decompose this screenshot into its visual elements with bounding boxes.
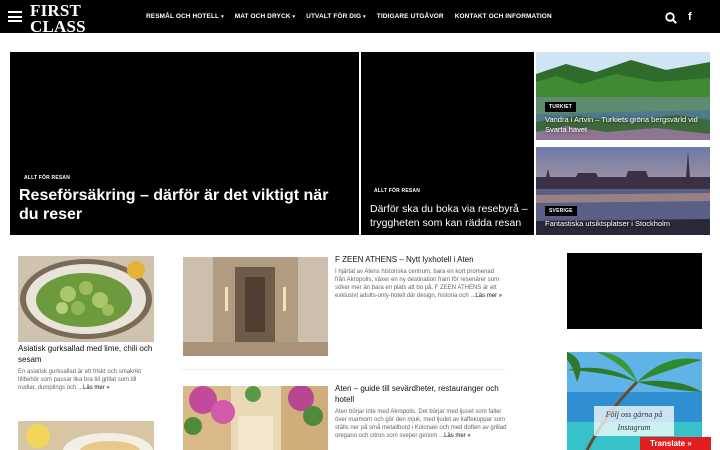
logo-line1: FIRST CLASS [30,1,86,36]
instagram-widget[interactable]: Följ oss gärna på Instagram [567,352,702,450]
category-badge[interactable]: ALLT FÖR RESAN [374,188,420,194]
category-badge[interactable]: TURKIET [545,102,577,112]
hero-main-title[interactable]: Reseförsäkring – därför är det viktigt n… [19,186,349,224]
article-title[interactable]: F ZEEN ATHENS – Nytt lyxhotell i Aten [335,255,507,266]
search-icon[interactable] [665,12,677,24]
category-badge[interactable]: SVERIGE [545,206,577,216]
main-nav: RESMÅL OCH HOTELL ▾ MAT OCH DRYCK ▾ UTVALT… [146,0,563,33]
hero-side-article-sverige[interactable]: SVERIGE Fantastiska utsiktsplatser i Sto… [536,147,710,235]
article-excerpt: I hjärtat av Atens historiska centrum, b… [335,268,505,300]
hero-side-article-turkiet[interactable]: TURKIET Vandra i Artvin – Turkiets gröna… [536,52,710,140]
nav-label: MAT OCH DRYCK [234,13,291,20]
article-excerpt: Aten börjar inte med Akropolis. Det börj… [335,408,507,440]
hero-side-title[interactable]: Fantastiska utsiktsplatser i Stockholm [545,219,705,229]
translate-button[interactable]: Translate » [640,437,711,450]
hero-second-title[interactable]: Därför ska du boka via resebyrå – tryggh… [370,202,530,230]
nav-item-mat-och-dryck[interactable]: MAT OCH DRYCK ▾ [235,13,295,20]
hero-second-article[interactable]: ALLT FÖR RESAN Därför ska du boka via re… [361,52,534,235]
advertisement-box[interactable] [567,253,702,329]
athens-street-image[interactable] [183,386,328,450]
nav-item-utvalt-for-dig[interactable]: UTVALT FÖR DIG ▾ [306,13,366,20]
nav-item-resmal-och-hotell[interactable]: RESMÅL OCH HOTELL ▾ [146,13,224,20]
page: FIRST CLASS MAGAZINE RESMÅL OCH HOTELL ▾ … [0,0,720,450]
excerpt-text: En asiatisk gurksallad är ett friskt och… [18,369,142,391]
food-plate-image[interactable] [18,421,154,450]
excerpt-text: Aten börjar inte med Akropolis. Det börj… [335,409,507,439]
read-more-link[interactable]: Läs mer » [83,385,110,391]
chevron-down-icon: ▾ [221,14,224,20]
instagram-follow-label[interactable]: Följ oss gärna på Instagram [594,406,674,436]
hero-side-title[interactable]: Vandra i Artvin – Turkiets gröna bergsvä… [545,115,705,135]
article-title[interactable]: Aten – guide till sevärdheter, restauran… [335,384,507,405]
article-title[interactable]: Asiatisk gurksallad med lime, chili och … [18,344,154,365]
chevron-down-icon: ▾ [292,14,296,20]
divider [182,369,505,370]
top-navigation-bar: FIRST CLASS MAGAZINE RESMÅL OCH HOTELL ▾ … [0,0,720,43]
cucumber-salad-image[interactable] [18,256,154,342]
chevron-down-icon: ▾ [363,14,366,20]
category-badge[interactable]: ALLT FÖR RESAN [24,175,70,181]
hero-main-article[interactable]: ALLT FÖR RESAN Reseförsäkring – därför ä… [10,52,359,235]
read-more-link[interactable]: Läs mer » [475,293,502,299]
read-more-link[interactable]: Läs mer » [444,433,471,439]
site-logo[interactable]: FIRST CLASS MAGAZINE [30,2,132,43]
nav-item-tidigare-utgavor[interactable]: TIDIGARE UTGÅVOR [377,13,444,20]
nav-label: KONTAKT OCH INFORMATION [454,13,552,20]
hamburger-menu-icon[interactable] [8,11,22,22]
nav-label: RESMÅL OCH HOTELL [146,13,220,20]
hotel-interior-image[interactable] [183,257,328,356]
logo-line2: MAGAZINE [31,34,111,43]
facebook-icon[interactable]: f [688,11,696,23]
article-excerpt: En asiatisk gurksallad är ett friskt och… [18,368,150,392]
nav-label: UTVALT FÖR DIG [306,13,362,20]
nav-item-kontakt[interactable]: KONTAKT OCH INFORMATION [455,13,552,20]
nav-label: TIDIGARE UTGÅVOR [376,13,444,20]
